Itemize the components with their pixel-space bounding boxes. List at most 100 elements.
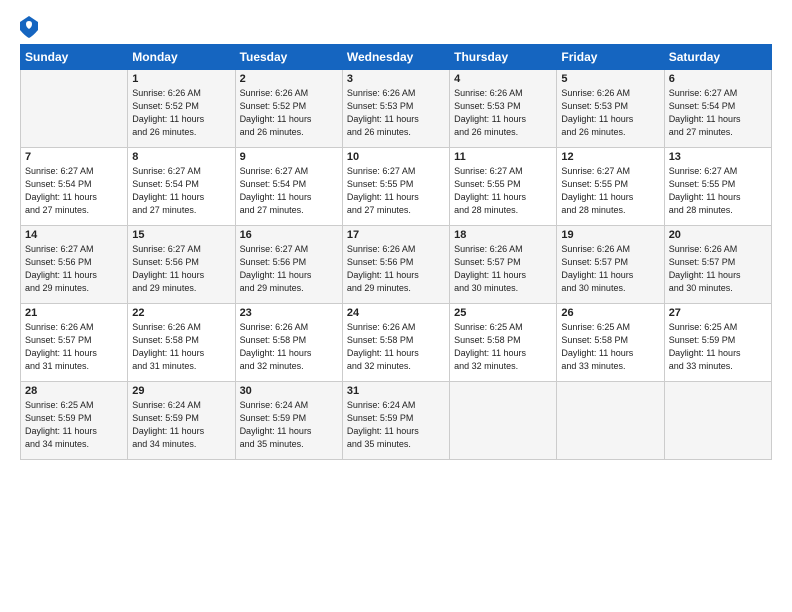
calendar-cell: 17 Sunrise: 6:26 AM Sunset: 5:56 PM Dayli… [342, 226, 449, 304]
day-number: 2 [240, 73, 338, 85]
day-number: 25 [454, 307, 552, 319]
day-info: Sunrise: 6:27 AM Sunset: 5:55 PM Dayligh… [669, 165, 767, 217]
day-info: Sunrise: 6:25 AM Sunset: 5:58 PM Dayligh… [561, 321, 659, 373]
day-number: 9 [240, 151, 338, 163]
day-number: 6 [669, 73, 767, 85]
calendar-cell: 13 Sunrise: 6:27 AM Sunset: 5:55 PM Dayli… [664, 148, 771, 226]
day-number: 10 [347, 151, 445, 163]
calendar-cell: 12Sunrise: 6:27 AM Sunset: 5:55 PM Dayli… [557, 148, 664, 226]
day-info: Sunrise: 6:27 AM Sunset: 5:54 PM Dayligh… [669, 87, 767, 139]
day-info: Sunrise: 6:25 AM Sunset: 5:58 PM Dayligh… [454, 321, 552, 373]
day-info: Sunrise: 6:27 AM Sunset: 5:54 PM Dayligh… [132, 165, 230, 217]
day-info: Sunrise: 6:27 AM Sunset: 5:54 PM Dayligh… [240, 165, 338, 217]
day-number: 20 [669, 229, 767, 241]
calendar-cell: 22Sunrise: 6:26 AM Sunset: 5:58 PM Dayli… [128, 304, 235, 382]
day-number: 16 [240, 229, 338, 241]
day-number: 11 [454, 151, 552, 163]
day-info: Sunrise: 6:26 AM Sunset: 5:53 PM Dayligh… [454, 87, 552, 139]
calendar-cell: 26Sunrise: 6:25 AM Sunset: 5:58 PM Dayli… [557, 304, 664, 382]
weekday-header-sunday: Sunday [21, 45, 128, 70]
calendar-cell: 8Sunrise: 6:27 AM Sunset: 5:54 PM Daylig… [128, 148, 235, 226]
day-info: Sunrise: 6:26 AM Sunset: 5:57 PM Dayligh… [561, 243, 659, 295]
week-row-1: 1 Sunrise: 6:26 AM Sunset: 5:52 PM Daylig… [21, 70, 772, 148]
week-row-5: 28Sunrise: 6:25 AM Sunset: 5:59 PM Dayli… [21, 382, 772, 460]
calendar-cell: 9 Sunrise: 6:27 AM Sunset: 5:54 PM Daylig… [235, 148, 342, 226]
day-number: 18 [454, 229, 552, 241]
calendar-cell: 3Sunrise: 6:26 AM Sunset: 5:53 PM Daylig… [342, 70, 449, 148]
week-row-2: 7 Sunrise: 6:27 AM Sunset: 5:54 PM Daylig… [21, 148, 772, 226]
day-number: 13 [669, 151, 767, 163]
day-number: 29 [132, 385, 230, 397]
day-number: 21 [25, 307, 123, 319]
week-row-3: 14 Sunrise: 6:27 AM Sunset: 5:56 PM Dayli… [21, 226, 772, 304]
weekday-header-thursday: Thursday [450, 45, 557, 70]
calendar-cell [450, 382, 557, 460]
day-number: 27 [669, 307, 767, 319]
calendar-cell: 10Sunrise: 6:27 AM Sunset: 5:55 PM Dayli… [342, 148, 449, 226]
calendar-table: SundayMondayTuesdayWednesdayThursdayFrid… [20, 44, 772, 460]
day-number: 7 [25, 151, 123, 163]
calendar-cell: 29 Sunrise: 6:24 AM Sunset: 5:59 PM Dayli… [128, 382, 235, 460]
calendar-cell: 27 Sunrise: 6:25 AM Sunset: 5:59 PM Dayli… [664, 304, 771, 382]
day-info: Sunrise: 6:26 AM Sunset: 5:57 PM Dayligh… [25, 321, 123, 373]
calendar-cell: 31 Sunrise: 6:24 AM Sunset: 5:59 PM Dayli… [342, 382, 449, 460]
calendar-cell: 19 Sunrise: 6:26 AM Sunset: 5:57 PM Dayli… [557, 226, 664, 304]
weekday-header-wednesday: Wednesday [342, 45, 449, 70]
calendar-cell: 1 Sunrise: 6:26 AM Sunset: 5:52 PM Daylig… [128, 70, 235, 148]
calendar-cell [557, 382, 664, 460]
calendar-cell: 28Sunrise: 6:25 AM Sunset: 5:59 PM Dayli… [21, 382, 128, 460]
weekday-header-saturday: Saturday [664, 45, 771, 70]
day-info: Sunrise: 6:26 AM Sunset: 5:56 PM Dayligh… [347, 243, 445, 295]
day-info: Sunrise: 6:26 AM Sunset: 5:52 PM Dayligh… [240, 87, 338, 139]
day-info: Sunrise: 6:27 AM Sunset: 5:56 PM Dayligh… [25, 243, 123, 295]
week-row-4: 21 Sunrise: 6:26 AM Sunset: 5:57 PM Dayli… [21, 304, 772, 382]
day-info: Sunrise: 6:27 AM Sunset: 5:55 PM Dayligh… [454, 165, 552, 217]
day-info: Sunrise: 6:26 AM Sunset: 5:58 PM Dayligh… [132, 321, 230, 373]
calendar-cell: 11 Sunrise: 6:27 AM Sunset: 5:55 PM Dayli… [450, 148, 557, 226]
calendar-cell: 30 Sunrise: 6:24 AM Sunset: 5:59 PM Dayli… [235, 382, 342, 460]
day-info: Sunrise: 6:25 AM Sunset: 5:59 PM Dayligh… [669, 321, 767, 373]
day-info: Sunrise: 6:24 AM Sunset: 5:59 PM Dayligh… [347, 399, 445, 451]
day-info: Sunrise: 6:26 AM Sunset: 5:52 PM Dayligh… [132, 87, 230, 139]
day-number: 30 [240, 385, 338, 397]
weekday-header-row: SundayMondayTuesdayWednesdayThursdayFrid… [21, 45, 772, 70]
weekday-header-friday: Friday [557, 45, 664, 70]
day-info: Sunrise: 6:26 AM Sunset: 5:53 PM Dayligh… [561, 87, 659, 139]
day-number: 23 [240, 307, 338, 319]
day-info: Sunrise: 6:26 AM Sunset: 5:58 PM Dayligh… [240, 321, 338, 373]
calendar-cell: 6 Sunrise: 6:27 AM Sunset: 5:54 PM Daylig… [664, 70, 771, 148]
day-info: Sunrise: 6:24 AM Sunset: 5:59 PM Dayligh… [132, 399, 230, 451]
calendar-cell: 21 Sunrise: 6:26 AM Sunset: 5:57 PM Dayli… [21, 304, 128, 382]
day-number: 14 [25, 229, 123, 241]
calendar-cell: 7Sunrise: 6:27 AM Sunset: 5:54 PM Daylig… [21, 148, 128, 226]
calendar-cell: 18Sunrise: 6:26 AM Sunset: 5:57 PM Dayli… [450, 226, 557, 304]
day-number: 4 [454, 73, 552, 85]
weekday-header-tuesday: Tuesday [235, 45, 342, 70]
calendar-cell: 23 Sunrise: 6:26 AM Sunset: 5:58 PM Dayli… [235, 304, 342, 382]
day-number: 15 [132, 229, 230, 241]
day-number: 31 [347, 385, 445, 397]
calendar-cell [21, 70, 128, 148]
calendar-cell: 2 Sunrise: 6:26 AM Sunset: 5:52 PM Daylig… [235, 70, 342, 148]
calendar-cell: 20 Sunrise: 6:26 AM Sunset: 5:57 PM Dayli… [664, 226, 771, 304]
day-number: 24 [347, 307, 445, 319]
calendar-cell [664, 382, 771, 460]
day-info: Sunrise: 6:26 AM Sunset: 5:58 PM Dayligh… [347, 321, 445, 373]
calendar-cell: 24 Sunrise: 6:26 AM Sunset: 5:58 PM Dayli… [342, 304, 449, 382]
calendar-page: SundayMondayTuesdayWednesdayThursdayFrid… [0, 0, 792, 612]
day-info: Sunrise: 6:24 AM Sunset: 5:59 PM Dayligh… [240, 399, 338, 451]
day-number: 28 [25, 385, 123, 397]
day-info: Sunrise: 6:27 AM Sunset: 5:56 PM Dayligh… [240, 243, 338, 295]
calendar-cell: 15Sunrise: 6:27 AM Sunset: 5:56 PM Dayli… [128, 226, 235, 304]
day-number: 19 [561, 229, 659, 241]
calendar-cell: 14 Sunrise: 6:27 AM Sunset: 5:56 PM Dayli… [21, 226, 128, 304]
day-number: 1 [132, 73, 230, 85]
calendar-cell: 5 Sunrise: 6:26 AM Sunset: 5:53 PM Daylig… [557, 70, 664, 148]
day-info: Sunrise: 6:26 AM Sunset: 5:57 PM Dayligh… [669, 243, 767, 295]
day-number: 17 [347, 229, 445, 241]
calendar-cell: 16 Sunrise: 6:27 AM Sunset: 5:56 PM Dayli… [235, 226, 342, 304]
logo-icon [20, 16, 38, 38]
day-number: 5 [561, 73, 659, 85]
day-number: 12 [561, 151, 659, 163]
weekday-header-monday: Monday [128, 45, 235, 70]
